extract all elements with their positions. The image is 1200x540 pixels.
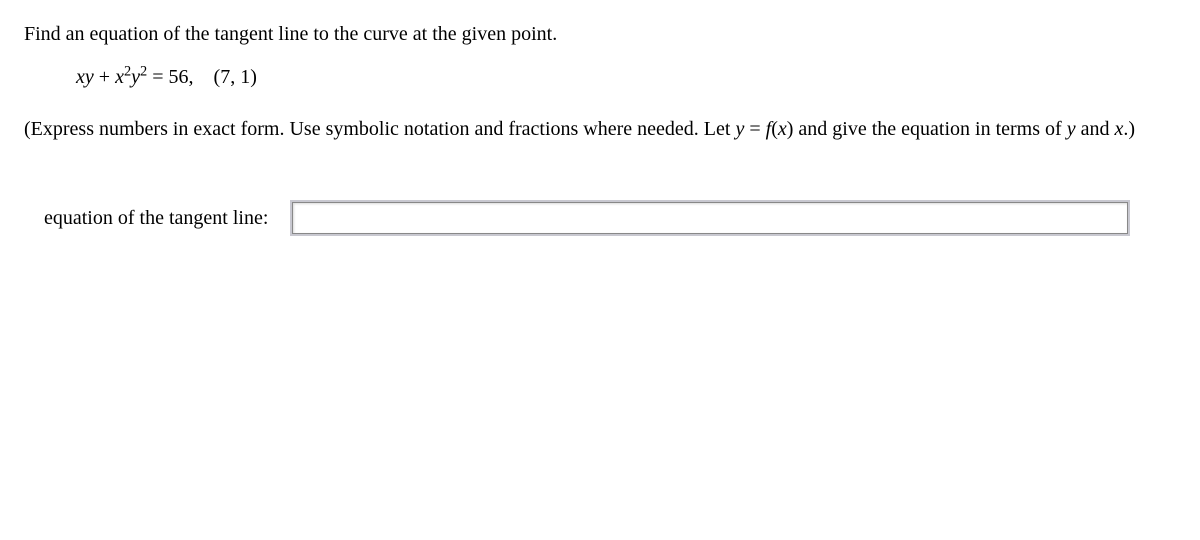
var-y-squared: y: [131, 66, 140, 88]
given-point: (7, 1): [214, 66, 257, 88]
instruction-part3: .): [1123, 118, 1135, 140]
answer-label: equation of the tangent line:: [44, 207, 268, 230]
instruction-part2: and give the equation in terms of: [793, 118, 1066, 140]
var-y: y: [735, 118, 744, 140]
question-container: Find an equation of the tangent line to …: [0, 0, 1200, 234]
var-x: x: [778, 118, 787, 140]
equals-sign: =: [744, 118, 765, 140]
answer-row: equation of the tangent line:: [44, 202, 1176, 234]
equals-sign: =: [147, 66, 168, 88]
equation-row: xy + x2y2 = 56, (7, 1): [76, 66, 1176, 89]
var-x-squared: x: [115, 66, 124, 88]
spacer: [194, 66, 214, 88]
answer-input[interactable]: [292, 202, 1128, 234]
instruction-part1: (Express numbers in exact form. Use symb…: [24, 118, 735, 140]
rhs-value: 56,: [169, 66, 194, 88]
open-paren: (: [771, 118, 778, 140]
plus-sign: +: [94, 66, 115, 88]
word-and: and: [1076, 118, 1115, 140]
var-x: x: [76, 66, 85, 88]
var-y: y: [85, 66, 94, 88]
question-prompt: Find an equation of the tangent line to …: [24, 20, 1176, 48]
instruction-text: (Express numbers in exact form. Use symb…: [24, 111, 1176, 147]
var-y: y: [1067, 118, 1076, 140]
